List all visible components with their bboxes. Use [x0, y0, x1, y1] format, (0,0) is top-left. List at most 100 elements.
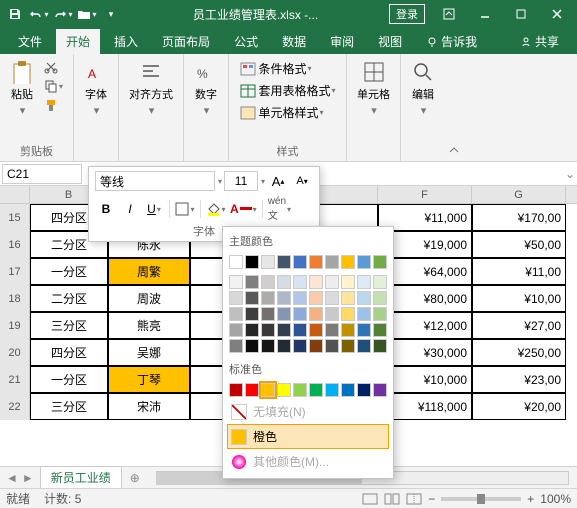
tab-review[interactable]: 审阅 [320, 29, 364, 54]
zoom-level[interactable]: 100% [540, 492, 571, 506]
color-swatch[interactable] [261, 291, 275, 305]
ribbon-options-icon[interactable] [433, 2, 465, 26]
cell[interactable]: 一分区 [30, 258, 108, 285]
no-fill-item[interactable]: 无填充(N) [227, 399, 389, 424]
row-header[interactable]: 15 [0, 204, 30, 231]
row-header[interactable]: 22 [0, 393, 30, 420]
cell[interactable]: ¥10,00 [472, 285, 566, 312]
color-swatch[interactable] [373, 255, 387, 269]
decrease-font-button[interactable]: A▾ [291, 170, 313, 192]
color-swatch[interactable] [357, 275, 371, 289]
color-swatch[interactable] [261, 323, 275, 337]
color-swatch[interactable] [293, 339, 307, 353]
expand-formula-icon[interactable]: ⌄ [563, 167, 577, 181]
color-swatch[interactable] [325, 275, 339, 289]
tab-data[interactable]: 数据 [272, 29, 316, 54]
color-swatch[interactable] [261, 307, 275, 321]
redo-icon[interactable]: ▾ [52, 3, 74, 25]
color-swatch[interactable] [245, 291, 259, 305]
new-sheet-icon[interactable]: ⊕ [122, 471, 148, 485]
cell-styles-button[interactable]: 单元格样式▾ [236, 102, 328, 123]
tab-share[interactable]: 共享 [510, 29, 569, 54]
cell[interactable]: 二分区 [30, 285, 108, 312]
cell[interactable]: ¥27,00 [472, 312, 566, 339]
color-swatch[interactable] [325, 339, 339, 353]
format-table-button[interactable]: 套用表格格式▾ [236, 80, 340, 101]
color-swatch[interactable] [325, 255, 339, 269]
italic-button[interactable]: I [119, 198, 141, 220]
color-swatch[interactable] [309, 339, 323, 353]
view-layout-icon[interactable] [384, 493, 400, 505]
cell[interactable]: 宋沛 [108, 393, 190, 420]
color-swatch[interactable] [245, 275, 259, 289]
tab-file[interactable]: 文件 [8, 29, 52, 54]
color-swatch[interactable] [357, 291, 371, 305]
font-size-input[interactable] [224, 171, 258, 191]
minimize-icon[interactable] [469, 2, 501, 26]
color-swatch[interactable] [341, 307, 355, 321]
color-swatch[interactable] [293, 383, 307, 397]
color-swatch[interactable] [309, 275, 323, 289]
color-swatch[interactable] [245, 339, 259, 353]
cell[interactable]: 周波 [108, 285, 190, 312]
align-button[interactable]: 对齐方式▾ [125, 58, 177, 119]
color-swatch[interactable] [245, 323, 259, 337]
color-swatch[interactable] [293, 255, 307, 269]
color-swatch[interactable] [373, 383, 387, 397]
color-swatch[interactable] [341, 255, 355, 269]
borders-button[interactable]: ▾ [174, 198, 196, 220]
zoom-out-icon[interactable]: − [428, 492, 435, 506]
open-icon[interactable]: ▾ [76, 3, 98, 25]
zoom-slider[interactable] [441, 497, 521, 501]
color-swatch[interactable] [357, 323, 371, 337]
color-swatch[interactable] [293, 291, 307, 305]
color-swatch[interactable] [325, 323, 339, 337]
color-swatch[interactable] [357, 307, 371, 321]
color-swatch[interactable] [309, 323, 323, 337]
zoom-in-icon[interactable]: + [527, 492, 534, 506]
signin-button[interactable]: 登录 [389, 4, 425, 24]
color-swatch[interactable] [309, 291, 323, 305]
cell[interactable]: 熊亮 [108, 312, 190, 339]
color-swatch[interactable] [293, 275, 307, 289]
cell[interactable]: 四分区 [30, 339, 108, 366]
save-icon[interactable] [4, 3, 26, 25]
color-swatch[interactable] [277, 383, 291, 397]
tab-view[interactable]: 视图 [368, 29, 412, 54]
color-swatch[interactable] [341, 291, 355, 305]
font-button[interactable]: A字体▾ [80, 58, 112, 119]
color-swatch[interactable] [229, 275, 243, 289]
cell[interactable]: ¥250,00 [472, 339, 566, 366]
font-color-button[interactable]: A▾ [229, 198, 258, 220]
row-header[interactable]: 16 [0, 231, 30, 258]
color-swatch[interactable] [325, 307, 339, 321]
color-swatch[interactable] [309, 255, 323, 269]
copy-button[interactable]: ▾ [40, 77, 67, 95]
color-swatch[interactable] [293, 323, 307, 337]
color-hover-item[interactable]: 橙色 [227, 424, 389, 449]
color-swatch[interactable] [325, 383, 339, 397]
color-swatch[interactable] [293, 307, 307, 321]
cell[interactable]: 三分区 [30, 312, 108, 339]
color-swatch[interactable] [341, 323, 355, 337]
color-swatch[interactable] [277, 339, 291, 353]
qat-customize-icon[interactable]: ▾ [100, 3, 122, 25]
undo-icon[interactable]: ▾ [28, 3, 50, 25]
sheet-tab[interactable]: 新员工业绩 [40, 466, 122, 490]
tab-formula[interactable]: 公式 [224, 29, 268, 54]
format-painter-button[interactable] [40, 96, 67, 114]
color-swatch[interactable] [309, 383, 323, 397]
color-swatch[interactable] [373, 339, 387, 353]
color-swatch[interactable] [325, 291, 339, 305]
color-swatch[interactable] [357, 255, 371, 269]
row-header[interactable]: 20 [0, 339, 30, 366]
color-swatch[interactable] [277, 275, 291, 289]
underline-button[interactable]: U▾ [143, 198, 165, 220]
cell[interactable]: ¥20,00 [472, 393, 566, 420]
color-swatch[interactable] [277, 307, 291, 321]
color-swatch[interactable] [341, 383, 355, 397]
edit-button[interactable]: 编辑▾ [407, 58, 439, 119]
name-box[interactable] [2, 164, 82, 184]
color-swatch[interactable] [277, 323, 291, 337]
cell[interactable]: ¥170,00 [472, 204, 566, 231]
